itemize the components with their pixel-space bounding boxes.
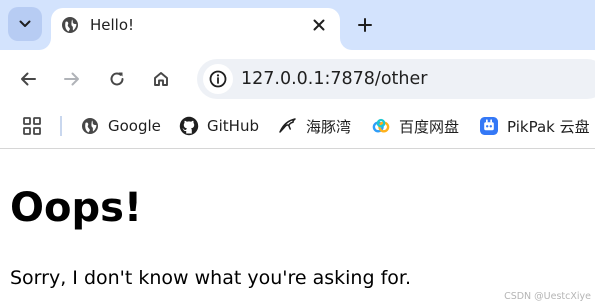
bookmark-dolphin-bay[interactable]: 海豚湾	[278, 114, 351, 138]
bookmark-pikpak[interactable]: PikPak 云盘	[479, 114, 590, 138]
tab-search-button[interactable]	[8, 7, 42, 41]
globe-icon	[62, 17, 78, 33]
site-info-button[interactable]	[203, 64, 233, 94]
page-heading: Oops!	[10, 185, 143, 231]
plus-icon	[358, 18, 372, 32]
arrow-left-icon	[21, 72, 36, 86]
apps-grid-icon[interactable]	[22, 116, 42, 136]
bookmarks-separator	[60, 116, 62, 136]
bookmarks-bar: Google GitHub 海豚湾 百度网盘 PikPak 云盘	[0, 108, 595, 146]
bookmark-label: PikPak 云盘	[507, 117, 590, 136]
page-message: Sorry, I don't know what you're asking f…	[10, 267, 411, 289]
toolbar-divider	[0, 148, 595, 149]
bookmark-label: 海豚湾	[306, 117, 352, 136]
home-icon	[154, 72, 168, 86]
pikpak-icon	[479, 116, 499, 136]
bookmark-label: GitHub	[207, 117, 259, 135]
new-tab-button[interactable]	[356, 16, 374, 34]
back-button[interactable]	[17, 68, 39, 90]
browser-toolbar: 127.0.0.1:7878/other	[0, 50, 595, 108]
home-button[interactable]	[150, 68, 172, 90]
watermark: CSDN @UestcXiye	[504, 291, 591, 302]
arrow-right-icon	[64, 72, 79, 86]
bookmark-label: Google	[108, 117, 161, 135]
baidu-netdisk-icon	[371, 116, 391, 136]
github-icon	[179, 116, 199, 136]
address-bar[interactable]: 127.0.0.1:7878/other	[197, 59, 595, 99]
bookmark-github[interactable]: GitHub	[179, 114, 259, 138]
bookmark-google[interactable]: Google	[80, 114, 161, 138]
dolphin-icon	[278, 116, 298, 136]
forward-button[interactable]	[61, 68, 83, 90]
url-text[interactable]: 127.0.0.1:7878/other	[241, 69, 427, 89]
chevron-down-icon	[19, 20, 31, 27]
close-icon	[313, 19, 325, 31]
reload-icon	[110, 72, 124, 86]
bookmark-label: 百度网盘	[399, 117, 460, 136]
tab-active[interactable]: Hello!	[51, 8, 340, 50]
tab-close-button[interactable]	[310, 16, 328, 34]
bookmark-baidu-netdisk[interactable]: 百度网盘	[371, 114, 459, 138]
globe-icon	[80, 116, 100, 136]
info-icon	[209, 70, 227, 88]
tab-title: Hello!	[90, 16, 135, 34]
reload-button[interactable]	[106, 68, 128, 90]
tab-strip: Hello!	[0, 0, 595, 50]
